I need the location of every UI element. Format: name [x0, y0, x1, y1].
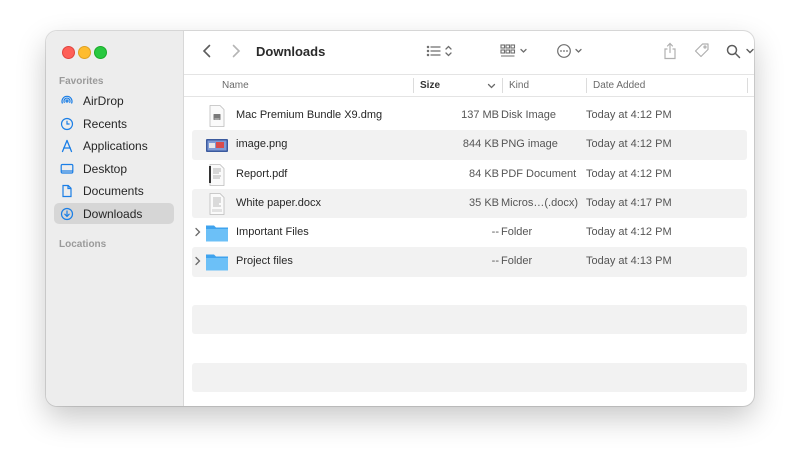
- action-menu-button[interactable]: [556, 42, 586, 60]
- column-date-added[interactable]: Date Added: [593, 80, 645, 91]
- disk-image-icon: [209, 105, 225, 127]
- sidebar-item-label: Downloads: [83, 206, 143, 221]
- sidebar-item-downloads[interactable]: Downloads: [54, 203, 174, 224]
- file-date: Today at 4:12 PM: [586, 138, 672, 151]
- file-name: Project files: [236, 255, 293, 268]
- sidebar-item-desktop[interactable]: Desktop: [54, 158, 174, 179]
- search-icon: [726, 44, 740, 58]
- empty-row-stripe: [192, 305, 747, 334]
- sidebar-item-label: Applications: [83, 138, 148, 153]
- tag-icon: [694, 43, 709, 58]
- chevron-right-icon: [232, 44, 241, 58]
- disclosure-chevron-icon[interactable]: [194, 226, 202, 238]
- file-date: Today at 4:17 PM: [586, 196, 672, 209]
- file-kind: PNG image: [501, 138, 558, 151]
- toolbar: Downloads: [184, 31, 754, 73]
- finder-window: Favorites AirDrop Recents Applications D…: [46, 31, 754, 406]
- sort-chevron-down-icon: [487, 83, 496, 89]
- disclosure-chevron-icon[interactable]: [194, 255, 202, 267]
- more-toolbar-button[interactable]: [744, 44, 754, 58]
- file-size: --: [491, 226, 499, 239]
- column-size[interactable]: Size: [420, 80, 440, 91]
- sidebar-item-recents[interactable]: Recents: [54, 113, 174, 134]
- file-row[interactable]: image.png 844 KB PNG image Today at 4:12…: [192, 130, 747, 160]
- sidebar-item-airdrop[interactable]: AirDrop: [54, 90, 174, 111]
- sidebar-item-label: AirDrop: [83, 93, 124, 108]
- list-view-icon: [426, 45, 452, 57]
- pdf-icon: [209, 163, 225, 186]
- file-size: 84 KB: [469, 167, 499, 180]
- file-row[interactable]: Report.pdf 84 KB PDF Document Today at 4…: [192, 160, 747, 189]
- file-size: 137 MB: [461, 109, 499, 121]
- file-date: Today at 4:12 PM: [586, 109, 672, 121]
- file-name: Report.pdf: [236, 167, 288, 180]
- sidebar-item-label: Documents: [83, 183, 144, 198]
- desktop-icon: [60, 162, 74, 176]
- more-icon: [557, 44, 582, 58]
- file-row[interactable]: White paper.docx 35 KB Micros…(.docx) To…: [192, 188, 747, 219]
- file-date: Today at 4:12 PM: [586, 226, 672, 239]
- minimize-button[interactable]: [78, 46, 91, 59]
- download-icon: [60, 207, 74, 221]
- file-kind: Folder: [501, 226, 533, 239]
- sidebar-item-applications[interactable]: Applications: [54, 135, 174, 156]
- file-name: White paper.docx: [236, 196, 321, 209]
- column-kind[interactable]: Kind: [509, 80, 529, 91]
- folder-icon: [206, 225, 228, 242]
- folder-row[interactable]: Important Files -- Folder Today at 4:12 …: [192, 218, 747, 247]
- file-kind: Folder: [501, 255, 533, 268]
- airdrop-icon: [60, 94, 74, 108]
- folder-icon: [206, 254, 228, 271]
- file-size: 844 KB: [462, 138, 499, 151]
- file-list: Mac Premium Bundle X9.dmg 137 MB Disk Im…: [192, 101, 747, 277]
- main-pane: Downloads Name Size Kind Date Added Mac …: [184, 31, 754, 406]
- sidebar-item-documents[interactable]: Documents: [54, 180, 174, 201]
- file-size: --: [491, 255, 499, 268]
- empty-row-stripe: [192, 363, 747, 392]
- close-button[interactable]: [62, 46, 75, 59]
- window-title: Downloads: [256, 44, 326, 59]
- chevron-left-icon: [202, 44, 211, 58]
- column-header: Name Size Kind Date Added: [184, 74, 754, 97]
- share-button[interactable]: [662, 42, 678, 60]
- file-kind: Micros…(.docx): [501, 196, 579, 209]
- column-name[interactable]: Name: [222, 80, 249, 91]
- share-icon: [664, 42, 676, 60]
- chevron-down-icon: [746, 48, 754, 54]
- group-view-button[interactable]: [500, 43, 530, 59]
- zoom-button[interactable]: [94, 46, 107, 59]
- file-date: Today at 4:12 PM: [586, 167, 672, 180]
- search-button[interactable]: [725, 43, 741, 59]
- applications-icon: [60, 139, 74, 153]
- file-row[interactable]: Mac Premium Bundle X9.dmg 137 MB Disk Im…: [192, 101, 747, 130]
- file-size: 35 KB: [469, 196, 499, 209]
- folder-row[interactable]: Project files -- Folder Today at 4:13 PM: [192, 247, 747, 277]
- forward-button[interactable]: [229, 43, 243, 59]
- image-icon: [206, 139, 228, 153]
- grid-icon: [500, 44, 527, 57]
- sidebar-item-label: Recents: [83, 116, 128, 131]
- sidebar: Favorites AirDrop Recents Applications D…: [46, 31, 184, 406]
- list-view-button[interactable]: [426, 43, 456, 59]
- clock-icon: [60, 117, 74, 131]
- file-name: image.png: [236, 138, 288, 151]
- back-button[interactable]: [200, 43, 214, 59]
- file-kind: Disk Image: [501, 109, 557, 121]
- locations-section-label: Locations: [59, 239, 107, 250]
- document-icon: [60, 184, 74, 198]
- file-kind: PDF Document: [501, 167, 577, 180]
- file-name: Mac Premium Bundle X9.dmg: [236, 109, 383, 121]
- sidebar-item-label: Desktop: [83, 161, 128, 176]
- file-name: Important Files: [236, 226, 309, 239]
- tag-button[interactable]: [692, 42, 712, 60]
- docx-icon: [209, 192, 225, 215]
- file-date: Today at 4:13 PM: [586, 255, 672, 268]
- favorites-section-label: Favorites: [59, 76, 104, 87]
